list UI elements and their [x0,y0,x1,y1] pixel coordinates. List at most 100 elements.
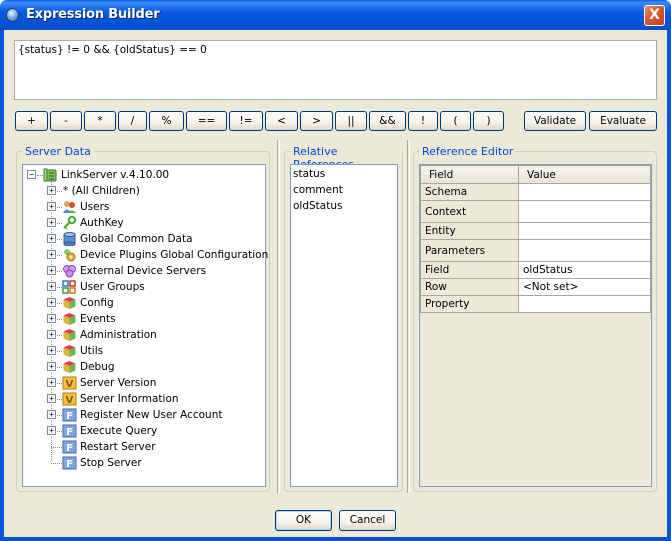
operator-button[interactable]: < [265,111,298,131]
device-servers-icon [62,264,77,278]
expand-icon[interactable]: + [47,282,56,291]
property-value[interactable] [518,222,651,240]
property-row: Context [420,200,651,223]
operator-button[interactable]: * [84,111,116,131]
property-value[interactable] [518,200,651,223]
operator-button[interactable]: ! [408,111,438,131]
property-field: Parameters [420,239,519,262]
cancel-button[interactable]: Cancel [339,510,396,531]
svg-text:F: F [66,411,73,422]
property-row: Field oldStatus [420,261,651,279]
expand-icon[interactable]: + [47,218,56,227]
svg-text:F: F [66,443,73,454]
cube-icon [62,360,77,374]
expand-icon[interactable]: + [47,378,56,387]
ok-button[interactable]: OK [275,510,332,531]
relative-references-list[interactable]: status comment oldStatus [290,164,398,487]
reference-item[interactable]: comment [293,182,343,198]
property-field: Row [420,278,519,296]
property-field: Property [420,295,519,313]
operator-button[interactable]: / [118,111,147,131]
property-row: Parameters [420,239,651,262]
expand-icon[interactable]: + [47,298,56,307]
expand-icon[interactable]: + [47,314,56,323]
property-field: Schema [420,183,519,201]
svg-text:F: F [66,427,73,438]
expand-icon[interactable]: + [47,234,56,243]
column-header-value[interactable]: Value [518,165,651,184]
expand-icon[interactable]: + [47,250,56,259]
expression-input[interactable]: {status} != 0 && {oldStatus} == 0 [14,40,657,100]
key-icon [62,215,77,230]
reference-editor-table: Field Value Schema Context Entity Parameter… [420,165,651,313]
relative-references-group: Relative References statuscommentoldStat… [284,145,403,492]
column-header-field[interactable]: Field [420,165,519,184]
expand-icon[interactable]: + [47,410,56,419]
expand-icon[interactable]: + [47,330,56,339]
property-value[interactable] [518,295,651,313]
reference-item[interactable]: status [293,166,325,182]
property-value[interactable]: <Not set> [518,278,651,296]
operator-button[interactable]: + [15,111,48,131]
tree-label: Execute Query [80,425,158,437]
splitter-left[interactable] [277,140,280,493]
expand-icon[interactable]: + [47,186,56,195]
operator-button[interactable]: != [229,111,263,131]
tree-label: Stop Server [80,457,142,469]
expand-icon[interactable]: + [47,394,56,403]
operator-button[interactable]: == [186,111,227,131]
operator-button[interactable]: - [50,111,82,131]
function-icon: F [62,440,77,454]
function-icon: F [62,424,77,438]
reference-item[interactable]: oldStatus [293,198,342,214]
operator-button[interactable]: && [369,111,406,131]
function-icon: F [62,408,77,422]
operator-button[interactable]: % [149,111,184,131]
tree-label: Utils [80,345,104,357]
property-value[interactable] [518,239,651,262]
tree-label: Server Information [80,393,179,405]
tree-label: Administration [80,329,157,341]
server-data-group: Server Data − LinkServer v.4.10.00 + * (All… [16,145,270,492]
close-button[interactable]: X [644,5,665,26]
expand-icon[interactable]: + [47,266,56,275]
function-icon: F [62,456,77,470]
property-row: Property [420,295,651,313]
property-field: Field [420,261,519,279]
expand-icon[interactable]: + [47,346,56,355]
evaluate-button[interactable]: Evaluate [589,111,657,131]
tree-label: Server Version [80,377,157,389]
reference-editor-group: Reference Editor Field Value Schema Conte… [413,145,657,492]
variable-icon: V [62,392,77,406]
property-field: Context [420,200,519,223]
operator-button[interactable]: ) [473,111,504,131]
property-value[interactable] [518,183,651,201]
app-icon [6,8,19,22]
operator-button[interactable]: ( [440,111,471,131]
expand-icon[interactable]: + [47,362,56,371]
operator-button[interactable]: > [300,111,333,131]
server-data-title: Server Data [23,145,93,158]
tree-label: LinkServer v.4.10.00 [61,169,170,181]
tree-label: Events [80,313,116,325]
operator-button[interactable]: || [335,111,367,131]
property-value[interactable]: oldStatus [518,261,651,279]
collapse-icon[interactable]: − [27,170,36,179]
title-bar[interactable]: Expression Builder X [0,0,671,30]
svg-text:V: V [66,395,74,406]
expand-icon[interactable]: + [47,202,56,211]
reference-editor-table-area: Field Value Schema Context Entity Parameter… [419,164,652,487]
tree-label: * (All Children) [63,185,140,197]
splitter-right[interactable] [407,140,410,493]
expand-icon[interactable]: + [47,426,56,435]
tree-label: Debug [80,361,115,373]
server-data-tree[interactable]: − LinkServer v.4.10.00 + * (All Children) + U… [22,164,268,487]
window-title: Expression Builder [26,7,160,22]
property-row: Schema [420,183,651,201]
validate-button[interactable]: Validate [524,111,586,131]
svg-text:F: F [66,459,73,470]
plugins-icon [62,248,77,262]
tree-label: Register New User Account [80,409,223,421]
property-row: Entity [420,222,651,240]
svg-text:V: V [66,379,74,390]
